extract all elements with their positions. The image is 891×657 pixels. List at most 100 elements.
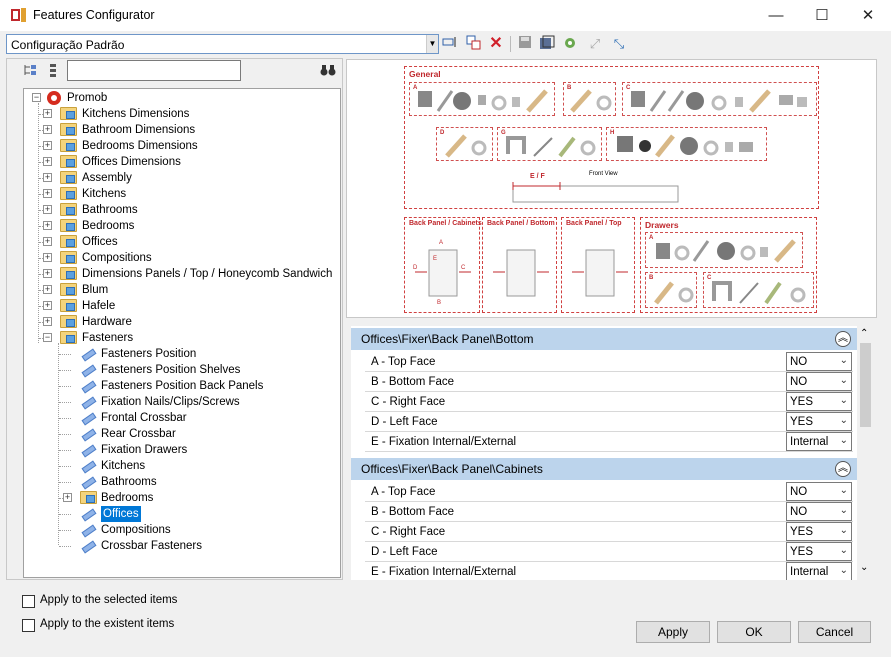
- chevron-down-icon[interactable]: ⌄: [840, 375, 848, 386]
- search-input[interactable]: [67, 60, 241, 81]
- drawers-group-a: A: [645, 232, 803, 268]
- drawers-section: Drawers A B C: [640, 217, 817, 313]
- property-label: E - Fixation Internal/External: [371, 436, 517, 448]
- collapse-all-icon[interactable]: [48, 63, 60, 77]
- expand-icon[interactable]: +: [43, 157, 52, 166]
- expand-icon[interactable]: +: [63, 493, 72, 502]
- expand-icon[interactable]: +: [43, 109, 52, 118]
- rename-icon[interactable]: [441, 35, 459, 53]
- property-row: B - Bottom Face NO ⌄: [365, 502, 853, 522]
- section-header[interactable]: Offices\Fixer\Back Panel\Bottom ︽: [351, 328, 857, 350]
- chevron-down-icon[interactable]: ⌄: [840, 355, 848, 366]
- fastener-icon: [80, 379, 95, 392]
- chevron-down-icon[interactable]: ⌄: [840, 565, 848, 576]
- properties-grid[interactable]: Offices\Fixer\Back Panel\Bottom ︽ A - Top …: [351, 326, 857, 580]
- scroll-down-icon[interactable]: ⌄: [860, 562, 868, 573]
- tree-label: Fasteners Position Back Panels: [101, 380, 264, 392]
- folder-icon: [60, 315, 77, 328]
- save-icon[interactable]: [516, 35, 534, 53]
- binoculars-icon[interactable]: [320, 63, 336, 77]
- chevron-down-icon[interactable]: ⌄: [840, 395, 848, 406]
- minimize-button[interactable]: —: [753, 0, 799, 31]
- chevron-down-icon[interactable]: ⌄: [840, 485, 848, 496]
- scrollbar-thumb[interactable]: [860, 343, 871, 427]
- tree-label: Blum: [82, 284, 109, 296]
- settings-check-icon[interactable]: [561, 35, 579, 53]
- tree-label: Fasteners Position: [101, 348, 197, 360]
- delete-icon[interactable]: ✕: [487, 35, 505, 53]
- tree-label: Assembly: [82, 172, 132, 184]
- save-as-icon[interactable]: [538, 35, 556, 53]
- expand-icon[interactable]: +: [43, 301, 52, 310]
- apply-button[interactable]: Apply: [636, 621, 710, 643]
- property-row: B - Bottom Face NO ⌄: [365, 372, 853, 392]
- expand-icon[interactable]: +: [43, 125, 52, 134]
- feature-tree[interactable]: − Promob + Kitchens Dimensions + Bathroom D…: [23, 88, 341, 578]
- apply-existent-checkbox[interactable]: [22, 619, 35, 632]
- property-label: D - Left Face: [371, 416, 438, 428]
- chevron-down-icon[interactable]: ⌄: [840, 505, 848, 516]
- tree-label: Compositions: [101, 524, 171, 536]
- group-b: B: [563, 82, 616, 116]
- expand-icon[interactable]: +: [43, 189, 52, 198]
- property-value-select[interactable]: YES ⌄: [786, 392, 852, 411]
- fastener-icon: [80, 363, 95, 376]
- property-value-select[interactable]: Internal ⌄: [786, 432, 852, 451]
- folder-icon: [60, 267, 77, 280]
- apply-selected-checkbox[interactable]: [22, 595, 35, 608]
- property-value-select[interactable]: NO ⌄: [786, 482, 852, 501]
- folder-icon: [60, 187, 77, 200]
- property-value-select[interactable]: NO ⌄: [786, 502, 852, 521]
- expand-icon[interactable]: +: [43, 253, 52, 262]
- preview-image: General A B C D G H E / F Front View Bac…: [346, 59, 877, 318]
- expand-icon[interactable]: +: [43, 317, 52, 326]
- close-button[interactable]: ✕: [845, 0, 891, 31]
- expand-icon[interactable]: +: [43, 205, 52, 214]
- copy-config-icon[interactable]: [465, 35, 483, 53]
- chevron-down-icon[interactable]: ⌄: [840, 545, 848, 556]
- collapse-section-icon[interactable]: ︽: [835, 331, 851, 347]
- property-value-select[interactable]: NO ⌄: [786, 372, 852, 391]
- property-value: YES: [790, 526, 814, 538]
- collapse-icon[interactable]: −: [32, 93, 41, 102]
- app-icon: [10, 7, 28, 23]
- expand-icon[interactable]: +: [43, 285, 52, 294]
- expand-all-icon[interactable]: [23, 63, 37, 77]
- expand-icon[interactable]: +: [43, 141, 52, 150]
- property-value: NO: [790, 376, 808, 388]
- config-select[interactable]: Configuração Padrão ▼: [6, 34, 439, 54]
- property-value-select[interactable]: Internal ⌄: [786, 562, 852, 580]
- group-d: D: [436, 127, 493, 161]
- tree-label: Kitchens: [101, 460, 146, 472]
- back-panel-bottom-section: Back Panel / Bottom: [482, 217, 557, 313]
- scroll-up-icon[interactable]: ⌃: [860, 328, 868, 339]
- chevron-down-icon[interactable]: ⌄: [840, 525, 848, 536]
- expand-icon[interactable]: +: [43, 269, 52, 278]
- dropdown-arrow-icon[interactable]: ▼: [426, 35, 438, 53]
- expand-icon[interactable]: +: [43, 237, 52, 246]
- property-value-select[interactable]: YES ⌄: [786, 542, 852, 561]
- front-view-label: Front View: [589, 171, 618, 177]
- property-value-select[interactable]: YES ⌄: [786, 522, 852, 541]
- section-header[interactable]: Offices\Fixer\Back Panel\Cabinets ︽: [351, 458, 857, 480]
- back-panel-cabinets-title: Back Panel / Cabinets: [409, 220, 482, 227]
- ok-button[interactable]: OK: [717, 621, 791, 643]
- maximize-button[interactable]: ☐: [799, 0, 845, 31]
- cancel-button[interactable]: Cancel: [798, 621, 871, 643]
- fastener-icon: [80, 347, 95, 360]
- property-value-select[interactable]: NO ⌄: [786, 352, 852, 371]
- property-value-select[interactable]: YES ⌄: [786, 412, 852, 431]
- drawers-group-b: B: [645, 272, 697, 308]
- collapse-icon[interactable]: −: [43, 333, 52, 342]
- property-row: D - Left Face YES ⌄: [365, 542, 853, 562]
- chevron-down-icon[interactable]: ⌄: [840, 415, 848, 426]
- back-panel-top-title: Back Panel / Top: [566, 220, 622, 227]
- import-icon[interactable]: ⤡: [610, 35, 628, 53]
- tree-label: Offices Dimensions: [82, 156, 181, 168]
- tree-label: Offices: [82, 236, 118, 248]
- expand-icon[interactable]: +: [43, 173, 52, 182]
- expand-icon[interactable]: +: [43, 221, 52, 230]
- collapse-section-icon[interactable]: ︽: [835, 461, 851, 477]
- export-icon[interactable]: ⤢: [586, 35, 604, 53]
- chevron-down-icon[interactable]: ⌄: [840, 435, 848, 446]
